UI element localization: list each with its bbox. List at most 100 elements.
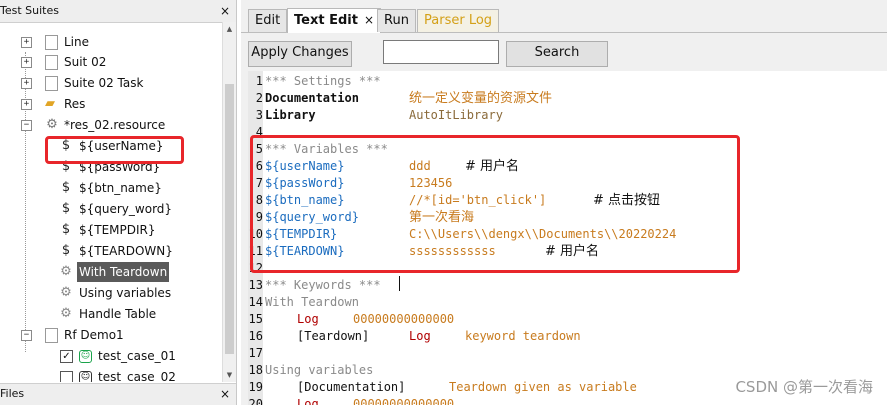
tab-parser-log[interactable]: Parser Log (417, 9, 500, 32)
keyword-gear-icon: ⚙ (60, 264, 72, 279)
setting-name: Documentation (265, 91, 359, 105)
suites-close-icon[interactable]: × (218, 4, 232, 18)
scrollbar-thumb[interactable] (225, 84, 234, 354)
folder-icon: ▰ (45, 96, 55, 111)
variable-name: ${passWord} (265, 176, 345, 190)
tree-node-label: Res (64, 97, 86, 111)
tab-edit[interactable]: Edit (248, 9, 288, 32)
line-number: 12 (248, 261, 263, 275)
line-number: 18 (248, 363, 263, 377)
variable-value: ssssssssssss (409, 244, 496, 258)
tree-node-res-02-resource[interactable]: − ⚙ *res_02.resource (0, 115, 222, 135)
tab-label: Edit (255, 13, 281, 28)
variable-value: 第一次看海 (409, 210, 475, 225)
tab-run[interactable]: Run (377, 9, 416, 32)
tab-label: Parser Log (424, 13, 493, 28)
code-line-var-btn-name: ${btn_name} //*[id='btn_click'] # 点击按钮 (265, 192, 865, 209)
test-pass-icon: ☺ (79, 350, 92, 363)
code-line-var-password: ${passWord} 123456 (265, 175, 865, 192)
tree-node-kw-handle-table[interactable]: ⚙ Handle Table (0, 304, 222, 324)
line-number: 7 (255, 176, 263, 190)
tree-scrollbar[interactable]: ▲ ▼ (222, 22, 236, 382)
tree-node-kw-using-variables[interactable]: ⚙ Using variables (0, 283, 222, 303)
tree-node-var-username[interactable]: $ ${userName} (0, 136, 222, 156)
code-line-var-username: ${userName} ddd # 用户名 (265, 158, 865, 175)
scroll-down-icon[interactable]: ▼ (225, 370, 234, 380)
variable-name: ${userName} (265, 159, 345, 173)
tree-node-var-password[interactable]: $ ${passWord} (0, 157, 222, 177)
code-settings-header: *** Settings *** (265, 74, 381, 88)
variable-name: ${TEMPDIR} (265, 227, 338, 241)
checkbox-icon[interactable] (60, 371, 73, 382)
tree-node-label: test_case_02 (98, 370, 176, 382)
text-cursor (399, 276, 400, 291)
variable-value: 123456 (409, 176, 453, 190)
tree-node-var-teardown[interactable]: $ ${TEARDOWN} (0, 241, 222, 261)
text-editor[interactable]: 1 2 3 4 5 6 7 8 9 10 11 12 13 14 15 16 1… (248, 71, 887, 405)
line-number-gutter: 1 2 3 4 5 6 7 8 9 10 11 12 13 14 15 16 1… (248, 71, 263, 405)
tree-node-var-query-word[interactable]: $ ${query_word} (0, 199, 222, 219)
line-number: 11 (248, 244, 263, 258)
code-line-teardown: [Teardown] Log keyword teardown (265, 328, 865, 345)
variable-value: C:\\Users\\dengx\\Documents\\20220224 (409, 227, 677, 241)
tab-text-edit[interactable]: Text Edit × (287, 8, 382, 33)
keyword-call: Log (297, 312, 319, 326)
tree-node-res[interactable]: + ▰ Res (0, 94, 222, 114)
expand-icon[interactable]: + (21, 57, 32, 68)
tab-label: Text Edit (294, 13, 358, 28)
expand-icon[interactable]: + (21, 78, 32, 89)
tree-node-kw-with-teardown[interactable]: ⚙ With Teardown (0, 262, 222, 282)
checkbox-checked-icon[interactable]: ✓ (60, 350, 73, 363)
keyword-gear-icon: ⚙ (60, 306, 72, 321)
test-suites-title: Test Suites (0, 4, 59, 17)
tree-node-label: Using variables (79, 286, 172, 300)
resource-gear-icon: ⚙ (46, 117, 58, 132)
tree-node-test-case-01[interactable]: ✓ ☺ test_case_01 (0, 346, 222, 366)
line-number: 9 (255, 210, 263, 224)
code-line-documentation: Documentation 统一定义变量的资源文件 (265, 90, 865, 107)
tab-close-icon[interactable]: × (364, 13, 374, 27)
expand-icon[interactable]: + (21, 37, 32, 48)
tree-node-test-case-02[interactable]: ☺ test_case_02 (0, 367, 222, 382)
apply-changes-button[interactable]: Apply Changes (248, 41, 352, 67)
collapse-icon[interactable]: − (21, 120, 32, 131)
keyword-argument: 00000000000000 (353, 397, 455, 405)
tree-node-label: ${TEMPDIR} (79, 223, 156, 237)
line-number: 1 (255, 74, 263, 88)
line-number: 15 (248, 312, 263, 326)
expand-icon[interactable]: + (21, 99, 32, 110)
variable-name: ${query_word} (265, 210, 359, 224)
tree-node-var-tempdir[interactable]: $ ${TEMPDIR} (0, 220, 222, 240)
line-number: 2 (255, 91, 263, 105)
tab-label: Run (384, 13, 409, 28)
variable-dollar-icon: $ (61, 159, 71, 174)
watermark: CSDN @第一次看海 (735, 378, 873, 396)
keyword-setting: [Documentation] (297, 380, 406, 394)
search-button[interactable]: Search (506, 41, 608, 67)
tree-node-line[interactable]: + Line (0, 32, 222, 52)
test-icon: ☺ (79, 371, 92, 382)
tree-node-suit-02[interactable]: + Suit 02 (0, 52, 222, 72)
line-number: 17 (248, 346, 263, 360)
tree-node-suite-02-task[interactable]: + Suite 02 Task (0, 73, 222, 93)
line-number: 4 (255, 125, 263, 139)
files-close-icon[interactable]: × (218, 387, 232, 401)
search-input[interactable] (383, 40, 499, 64)
code-line-var-query-word: ${query_word} 第一次看海 (265, 209, 865, 226)
line-number: 10 (248, 227, 263, 241)
file-icon (45, 76, 58, 91)
code-comment: # 用户名 (545, 244, 600, 259)
tree-node-label: ${passWord} (79, 160, 161, 174)
collapse-icon[interactable]: − (21, 330, 32, 341)
code-keywords-header: *** Keywords *** (265, 278, 381, 292)
line-number: 20 (248, 397, 263, 405)
right-pane: Edit Text Edit × Run Parser Log Apply Cha… (241, 0, 887, 405)
code-line-var-tempdir: ${TEMPDIR} C:\\Users\\dengx\\Documents\\… (265, 226, 865, 243)
setting-value: 统一定义变量的资源文件 (409, 91, 553, 106)
scroll-up-icon[interactable]: ▲ (225, 24, 234, 34)
file-icon (45, 328, 58, 343)
variable-dollar-icon: $ (61, 222, 71, 237)
tree-node-rf-demo1[interactable]: − Rf Demo1 (0, 325, 222, 345)
tree-node-var-btn-name[interactable]: $ ${btn_name} (0, 178, 222, 198)
line-number: 19 (248, 380, 263, 394)
